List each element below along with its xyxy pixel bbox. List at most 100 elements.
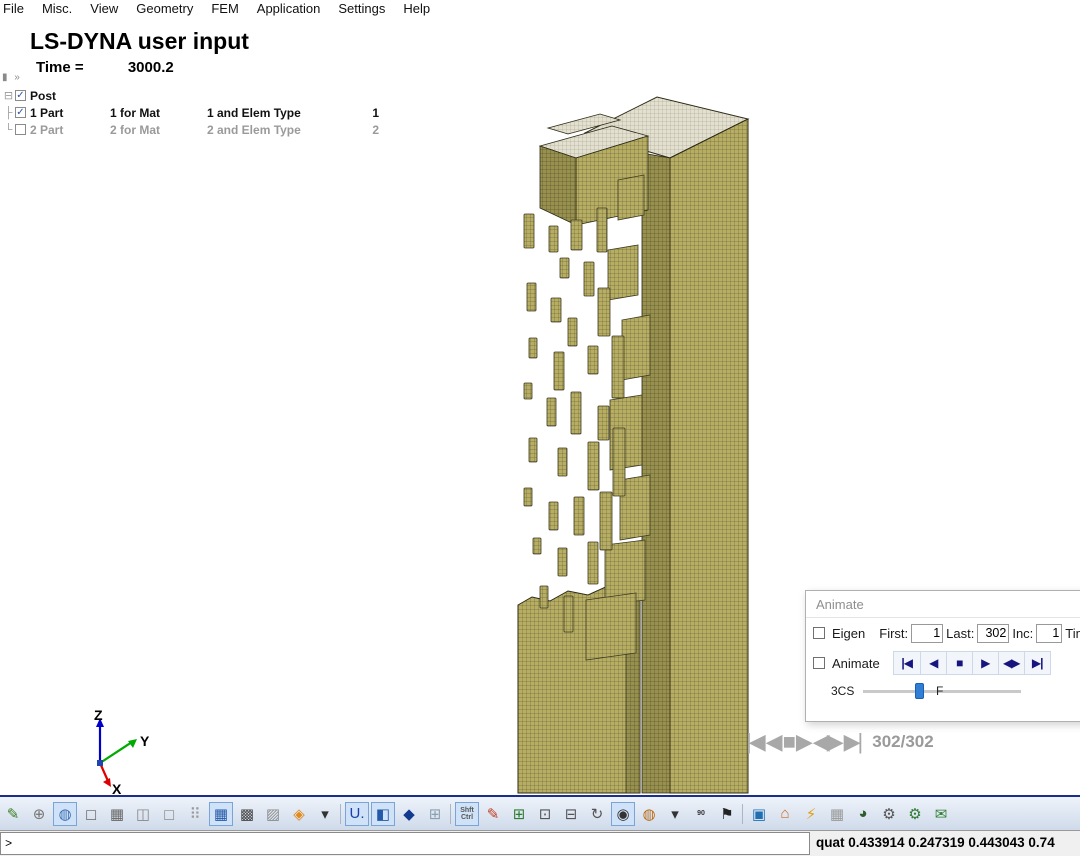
checkerboard-icon[interactable]: ▦ [825, 802, 849, 826]
cube-dark-icon[interactable]: ▩ [235, 802, 259, 826]
eigen-checkbox[interactable] [813, 627, 825, 639]
viewport-playback-play-button[interactable]: ▶ [796, 729, 813, 755]
tree-root-label: Post [30, 88, 57, 103]
animate-label: Animate [832, 655, 880, 671]
cube-outline-icon[interactable]: ◻ [79, 802, 103, 826]
cube-blue-icon[interactable]: ◧ [371, 801, 395, 826]
zoom-out-icon[interactable]: ⊟ [559, 802, 583, 826]
viewport-playback-step-button[interactable]: ◀▶ [813, 729, 844, 755]
debris-fragments [523, 174, 651, 661]
time-label: Time = [36, 59, 84, 76]
status-bar: > quat 0.433914 0.247319 0.443043 0.74 [0, 830, 1080, 856]
mail-icon[interactable]: ✉ [929, 802, 953, 826]
zoom-in-icon[interactable]: ⊞ [507, 802, 531, 826]
globe-icon[interactable]: ◍ [637, 802, 661, 826]
rotate-icon[interactable]: ↻ [585, 802, 609, 826]
viewport-playback-stop-button[interactable]: ■ [783, 729, 796, 755]
shaded-sphere-icon[interactable]: ◍ [53, 801, 77, 826]
cube-wire-icon[interactable]: ◻ [157, 802, 181, 826]
playback-step-button[interactable]: ◀▶ [997, 652, 1024, 674]
time-value: 3000.2 [127, 59, 174, 76]
playback-stop-button[interactable]: ■ [945, 652, 972, 674]
animate-checkbox[interactable] [813, 657, 825, 669]
animate-dialog-title[interactable]: Animate [806, 591, 1080, 618]
wire-sphere-icon[interactable]: ⊕ [27, 802, 51, 826]
gears-green-icon[interactable]: ⚙ [903, 802, 927, 826]
inc-label: Inc: [1012, 625, 1034, 641]
cube-shaded-blue-icon[interactable]: ▦ [209, 801, 233, 826]
part1-checkbox[interactable]: ✓ [15, 107, 26, 118]
tree-branch-icon: ├ [4, 106, 13, 119]
animate-slider-row: 3CS F [806, 678, 1080, 704]
viewport-playback-last-frame-button[interactable]: ▶| [844, 729, 864, 755]
tree-collapse-icon[interactable]: ⊟ [3, 89, 14, 102]
zoom-window-icon[interactable]: ⊡ [533, 802, 557, 826]
menu-view[interactable]: View [81, 1, 127, 16]
cube-navy-icon[interactable]: ◆ [397, 802, 421, 826]
inc-input[interactable] [1036, 623, 1063, 643]
viewport-playback-prev-frame-button[interactable]: ◀ [766, 729, 783, 755]
gears-icon[interactable]: ⚙ [877, 802, 901, 826]
home-icon[interactable]: ⌂ [773, 802, 797, 826]
cube-gray-icon[interactable]: ▨ [261, 802, 285, 826]
playback-prev-frame-button[interactable]: ◀ [919, 652, 946, 674]
page-title: LS-DYNA user input [30, 28, 249, 54]
tree-row-part2[interactable]: └ 2 Part 2 for Mat 2 and Elem Type 2 [3, 121, 379, 138]
angle-dropdown-icon[interactable]: ▾ [663, 802, 687, 826]
cube-hidden-icon[interactable]: ◫ [131, 802, 155, 826]
quat-readout: quat 0.433914 0.247319 0.443043 0.74 [816, 835, 1055, 850]
flash-page-icon[interactable]: ⚡ [799, 802, 823, 826]
viewport-playback: |◀ ◀ ■ ▶ ◀▶ ▶| 302/302 [746, 729, 934, 755]
sphere-green-icon[interactable]: ◕ [851, 802, 875, 826]
viewport-3d[interactable] [430, 85, 790, 795]
part2-label: 2 Part [30, 122, 64, 137]
playback-play-button[interactable]: ▶ [971, 652, 998, 674]
time-display: Time = 3000.2 [36, 59, 174, 76]
tree-branch-end-icon: └ [4, 123, 13, 136]
part1-elem-label: 1 and Elem Type [207, 105, 301, 120]
cube-dotted-icon[interactable]: ⠿ [183, 802, 207, 826]
viewport-playback-first-frame-button[interactable]: |◀ [746, 729, 766, 755]
menu-application[interactable]: Application [248, 1, 330, 16]
diamond-icon[interactable]: ◈ [287, 802, 311, 826]
frame-slider[interactable]: F [863, 683, 1022, 699]
playback-buttons: |◀ ◀ ■ ▶ ◀▶ ▶| [892, 651, 1051, 675]
cs-label: 3CS [831, 684, 855, 698]
toolbar-separator-3 [740, 802, 746, 826]
last-input[interactable] [977, 623, 1010, 643]
tree-root-row[interactable]: ⊟ ✓ Post [3, 87, 379, 104]
bottom-toolbar: ✎ ⊕ ◍ ◻ ▦ ◫ ◻ ⠿ ▦ ▩ ▨ ◈ ▾ U. ◧ ◆ ⊞ Shft Ctrl ✎ ⊞ ⊡ ⊟ ↻ ◉ ◍ ▾ 90 ⚑ ▣ ⌂… [0, 795, 1080, 830]
edit-green-icon[interactable]: ✎ [1, 802, 25, 826]
eye-icon[interactable]: ◉ [611, 801, 635, 826]
part2-num-label: 2 [372, 122, 379, 137]
part2-checkbox[interactable] [15, 124, 26, 135]
post-checkbox[interactable]: ✓ [15, 90, 26, 101]
slider-handle[interactable] [915, 683, 925, 699]
brush-icon[interactable]: ✎ [481, 802, 505, 826]
menu-help[interactable]: Help [394, 1, 439, 16]
menu-file[interactable]: File [0, 1, 33, 16]
menu-settings[interactable]: Settings [329, 1, 394, 16]
grid-clover-icon[interactable]: ⊞ [423, 802, 447, 826]
part1-mat-label: 1 for Mat [110, 105, 161, 120]
cube-hatch-icon[interactable]: ▦ [105, 802, 129, 826]
angle-90-label[interactable]: 90 [689, 802, 713, 826]
u-displacement-icon[interactable]: U. [345, 801, 369, 826]
command-input[interactable]: > [0, 832, 810, 855]
panel-collapse-icon[interactable]: ▮ » [2, 72, 22, 83]
cube-teal-icon[interactable]: ▣ [747, 802, 771, 826]
view-dropdown-icon[interactable]: ▾ [313, 802, 337, 826]
frame-counter: 302/302 [872, 732, 934, 751]
playback-first-frame-button[interactable]: |◀ [893, 652, 920, 674]
playback-last-frame-button[interactable]: ▶| [1023, 652, 1050, 674]
first-input[interactable] [911, 623, 944, 643]
animate-control-row: Animate |◀ ◀ ■ ▶ ◀▶ ▶| [806, 648, 1080, 678]
first-label: First: [879, 625, 909, 641]
menu-fem[interactable]: FEM [202, 1, 247, 16]
runner-icon[interactable]: ⚑ [715, 802, 739, 826]
shift-ctrl-icon[interactable]: Shft Ctrl [455, 801, 479, 826]
menu-geometry[interactable]: Geometry [127, 1, 202, 16]
toolbar-separator-1 [338, 802, 344, 826]
tree-row-part1[interactable]: ├ ✓ 1 Part 1 for Mat 1 and Elem Type 1 [3, 104, 379, 121]
menu-misc[interactable]: Misc. [33, 1, 81, 16]
